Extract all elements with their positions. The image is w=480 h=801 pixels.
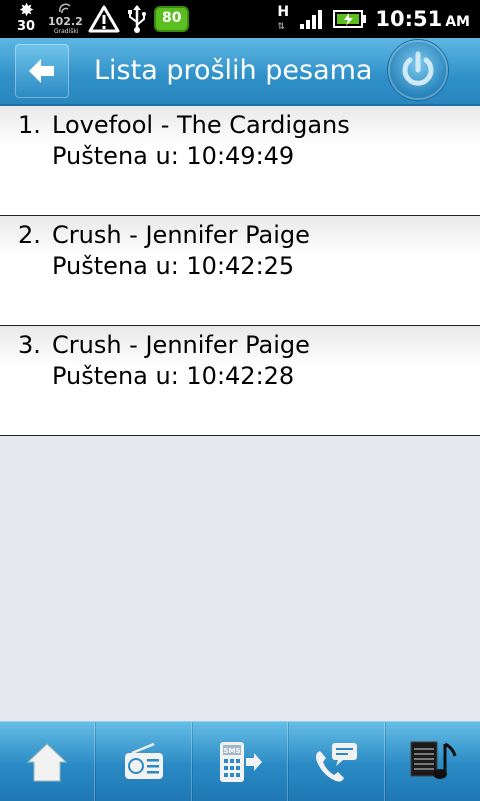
song-history-list: 1. Lovefool - The Cardigans Puštena u: 1… xyxy=(0,106,480,436)
call-chat-icon xyxy=(316,742,358,782)
weather-icon: ✸ 30 xyxy=(17,0,36,35)
played-time: Puštena u: 10:42:25 xyxy=(52,252,295,280)
back-button[interactable] xyxy=(15,44,69,98)
status-bar: ✸ 30 102.2 Gradiški 80 H ⇅ 10:51 AM xyxy=(0,0,480,38)
signal-strength-icon xyxy=(300,10,323,29)
status-left-icons: ✸ 30 102.2 Gradiški 80 xyxy=(14,0,190,36)
clock: 10:51 AM xyxy=(375,7,470,31)
list-item[interactable]: 3. Crush - Jennifer Paige Puštena u: 10:… xyxy=(0,326,480,436)
list-item[interactable]: 2. Crush - Jennifer Paige Puštena u: 10:… xyxy=(0,216,480,326)
usb-icon xyxy=(128,5,146,33)
battery-charging-icon xyxy=(333,10,367,28)
back-arrow-icon xyxy=(29,59,54,83)
tab-home[interactable] xyxy=(0,722,96,801)
status-right-icons: H ⇅ 10:51 AM xyxy=(277,0,470,38)
weather-temp: 30 xyxy=(17,19,36,34)
clock-ampm: AM xyxy=(445,14,470,30)
played-time: Puštena u: 10:42:28 xyxy=(52,362,295,390)
song-title: Crush - Jennifer Paige xyxy=(52,331,310,359)
item-index: 2. xyxy=(18,221,41,249)
power-icon xyxy=(402,51,434,86)
song-list-icon xyxy=(410,741,457,779)
radio-city: Gradiški xyxy=(54,28,79,35)
page-title: Lista prošlih pesama xyxy=(94,55,373,86)
list-item[interactable]: 1. Lovefool - The Cardigans Puštena u: 1… xyxy=(0,106,480,216)
clock-time: 10:51 xyxy=(375,7,443,31)
home-icon xyxy=(26,742,68,781)
warning-icon xyxy=(88,5,120,33)
item-index: 3. xyxy=(18,331,41,359)
app-header: Lista prošlih pesama xyxy=(0,38,480,106)
bottom-tab-bar: SMS xyxy=(0,721,480,801)
song-title: Lovefool - The Cardigans xyxy=(52,111,350,139)
sms-icon: SMS xyxy=(220,741,263,782)
tab-radio[interactable] xyxy=(95,722,192,801)
tab-call-chat[interactable] xyxy=(288,722,385,801)
tab-song-list[interactable] xyxy=(384,722,480,801)
radio-station-icon: 102.2 Gradiški xyxy=(48,2,83,36)
battery-level-badge: 80 xyxy=(154,6,190,32)
tab-sms[interactable]: SMS xyxy=(191,722,289,801)
song-title: Crush - Jennifer Paige xyxy=(52,221,310,249)
played-time: Puštena u: 10:49:49 xyxy=(52,142,295,170)
sms-label: SMS xyxy=(223,747,240,755)
network-type-indicator: H ⇅ xyxy=(277,2,291,36)
network-type-label: H xyxy=(277,4,290,20)
radio-frequency: 102.2 xyxy=(48,15,83,28)
radio-icon xyxy=(124,742,163,779)
power-button[interactable] xyxy=(388,40,448,100)
item-index: 1. xyxy=(18,111,41,139)
data-arrows-icon: ⇅ xyxy=(277,22,284,32)
